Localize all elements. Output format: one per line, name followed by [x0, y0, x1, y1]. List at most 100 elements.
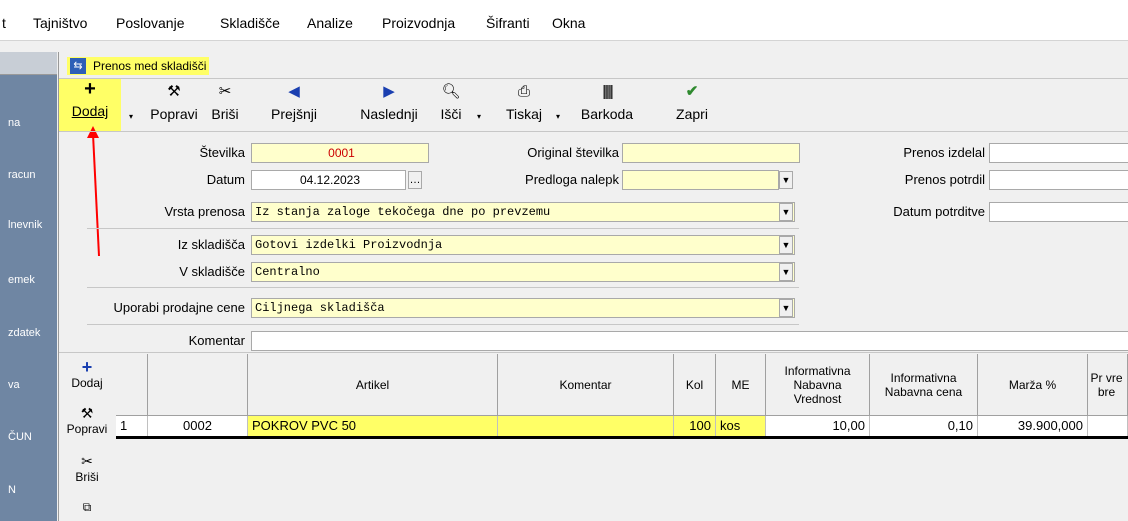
col-header-nabavna-cena[interactable]: Informativna Nabavna cena: [870, 354, 978, 416]
chevron-down-icon[interactable]: ▼: [779, 263, 793, 281]
window-title-text: Prenos med skladišči: [93, 59, 207, 73]
nav-item-va[interactable]: va: [8, 379, 20, 391]
menu-item-partial[interactable]: t: [2, 15, 6, 31]
stevilka-label: Številka: [199, 145, 245, 160]
toolbar-divider: [59, 131, 1128, 132]
prenos-izdelal-field[interactable]: [989, 143, 1128, 163]
iz-skladisca-select[interactable]: Gotovi izdelki Proizvodnja: [251, 235, 795, 255]
predloga-nalepk-select[interactable]: [622, 170, 779, 190]
col-header-pr[interactable]: Pr vre bre: [1088, 354, 1128, 416]
datum-field[interactable]: 04.12.2023: [251, 170, 406, 190]
barcode-icon: |||||: [602, 83, 613, 100]
add-button[interactable]: + Dodaj: [59, 79, 121, 131]
chevron-down-icon[interactable]: ▼: [779, 203, 793, 221]
previous-button-label: Prejšnji: [271, 106, 317, 122]
cell-nabavna-cena[interactable]: 0,10: [870, 416, 978, 436]
grid-edit-label: Popravi: [66, 422, 108, 436]
nav-item-n[interactable]: N: [8, 484, 16, 496]
cell-nabavna-vrednost[interactable]: 10,00: [766, 416, 870, 436]
col-header-nabavna-vrednost[interactable]: Informativna Nabavna Vrednost: [766, 354, 870, 416]
datum-potrditve-field[interactable]: [989, 202, 1128, 222]
vrsta-prenosa-select[interactable]: Iz stanja zaloge tekočega dne po prevzem…: [251, 202, 795, 222]
barcode-button[interactable]: ||||| Barkoda: [567, 82, 647, 132]
stevilka-field[interactable]: 0001: [251, 143, 429, 163]
nav-item-izdatek[interactable]: zdatek: [8, 327, 40, 339]
v-skladisce-select[interactable]: Centralno: [251, 262, 795, 282]
prenos-potrdil-label: Prenos potrdil: [904, 172, 985, 187]
cell-komentar[interactable]: [498, 416, 674, 436]
printer-icon: ⎙: [517, 83, 530, 100]
cell-num[interactable]: 1: [116, 416, 148, 436]
form-grid-divider: [59, 352, 1128, 353]
menu-item-proizvodnja[interactable]: Proizvodnja: [382, 15, 455, 31]
print-dropdown-icon[interactable]: ▾: [556, 112, 560, 121]
scissors-icon: ✂: [218, 83, 232, 100]
barcode-button-label: Barkoda: [580, 106, 634, 122]
nav-item-racun[interactable]: racun: [8, 169, 36, 181]
items-grid: + Dodaj ⚒ Popravi ✂ Briši ⧉ Artikel Kome…: [58, 354, 1128, 521]
grid-add-button[interactable]: + Dodaj: [58, 358, 116, 390]
col-header-komentar[interactable]: Komentar: [498, 354, 674, 416]
left-nav-header: [0, 52, 57, 75]
close-button[interactable]: ✔ Zapri: [667, 82, 717, 132]
nav-item-racun-2[interactable]: ČUN: [8, 431, 32, 443]
previous-button[interactable]: ◀ Prejšnji: [259, 82, 329, 132]
delete-button[interactable]: ✂ Briši: [202, 82, 248, 132]
vrsta-prenosa-label: Vrsta prenosa: [164, 204, 245, 219]
komentar-label: Komentar: [188, 333, 245, 348]
grid-empty-area: [116, 439, 1128, 521]
menu-item-okna[interactable]: Okna: [552, 15, 585, 31]
original-stevilka-field[interactable]: [622, 143, 800, 163]
nav-item-prejemek[interactable]: emek: [8, 274, 35, 286]
cell-pr[interactable]: [1088, 416, 1128, 436]
komentar-field[interactable]: [251, 331, 1128, 351]
menu-item-tajnistvo[interactable]: Tajništvo: [33, 15, 87, 31]
chevron-down-icon[interactable]: ▼: [779, 299, 793, 317]
grid-edit-button[interactable]: ⚒ Popravi: [58, 404, 116, 436]
chevron-down-icon[interactable]: ▼: [779, 171, 793, 189]
edit-button-label: Popravi: [150, 106, 198, 122]
scissors-icon: ✂: [81, 453, 93, 469]
hammer-icon: ⚒: [167, 83, 181, 100]
search-dropdown-icon[interactable]: ▾: [477, 112, 481, 121]
menu-item-skladisce[interactable]: Skladišče: [220, 15, 280, 31]
iz-skladisca-label: Iz skladišča: [177, 237, 245, 252]
col-header-marza[interactable]: Marža %: [978, 354, 1088, 416]
col-header-code: [148, 354, 248, 416]
menu-item-sifranti[interactable]: Šifranti: [486, 15, 530, 31]
print-button-label: Tiskaj: [505, 106, 543, 122]
next-button[interactable]: ▶ Naslednji: [349, 82, 429, 132]
prenos-potrdil-field[interactable]: [989, 170, 1128, 190]
col-header-kol[interactable]: Kol: [674, 354, 716, 416]
cell-marza[interactable]: 39.900,000: [978, 416, 1088, 436]
datum-label: Datum: [206, 172, 245, 187]
grid-add-label: Dodaj: [71, 376, 103, 390]
cell-artikel[interactable]: POKROV PVC 50: [248, 416, 498, 436]
col-header-me[interactable]: ME: [716, 354, 766, 416]
plus-icon: +: [84, 78, 96, 100]
date-picker-button[interactable]: …: [408, 171, 422, 189]
window-titlebar: ⇆ Prenos med skladišči: [59, 52, 1128, 79]
original-stevilka-label: Original številka: [527, 145, 619, 160]
add-dropdown-icon[interactable]: ▾: [129, 112, 133, 121]
cell-code[interactable]: 0002: [148, 416, 248, 436]
add-button-label: Dodaj: [71, 103, 109, 119]
chevron-down-icon[interactable]: ▼: [779, 236, 793, 254]
prodajne-cene-select[interactable]: Ciljnega skladišča: [251, 298, 795, 318]
checkmark-icon: ✔: [685, 83, 699, 100]
search-button[interactable]: 🔍︎ Išči: [431, 82, 471, 132]
cell-me[interactable]: kos: [716, 416, 766, 436]
col-header-artikel[interactable]: Artikel: [248, 354, 498, 416]
edit-button[interactable]: ⚒ Popravi: [144, 82, 204, 132]
menu-item-analize[interactable]: Analize: [307, 15, 353, 31]
menu-item-poslovanje[interactable]: Poslovanje: [116, 15, 185, 31]
form-divider-3: [87, 324, 799, 325]
nav-item-dnevnik[interactable]: lnevnik: [8, 219, 42, 231]
grid-extra-button[interactable]: ⧉: [58, 498, 116, 516]
grid-delete-button[interactable]: ✂ Briši: [58, 452, 116, 484]
search-button-label: Išči: [440, 106, 462, 122]
print-button[interactable]: ⎙ Tiskaj: [499, 82, 549, 132]
cell-kol[interactable]: 100: [674, 416, 716, 436]
nav-item-na[interactable]: na: [8, 117, 20, 129]
predloga-nalepk-label: Predloga nalepk: [525, 172, 619, 187]
